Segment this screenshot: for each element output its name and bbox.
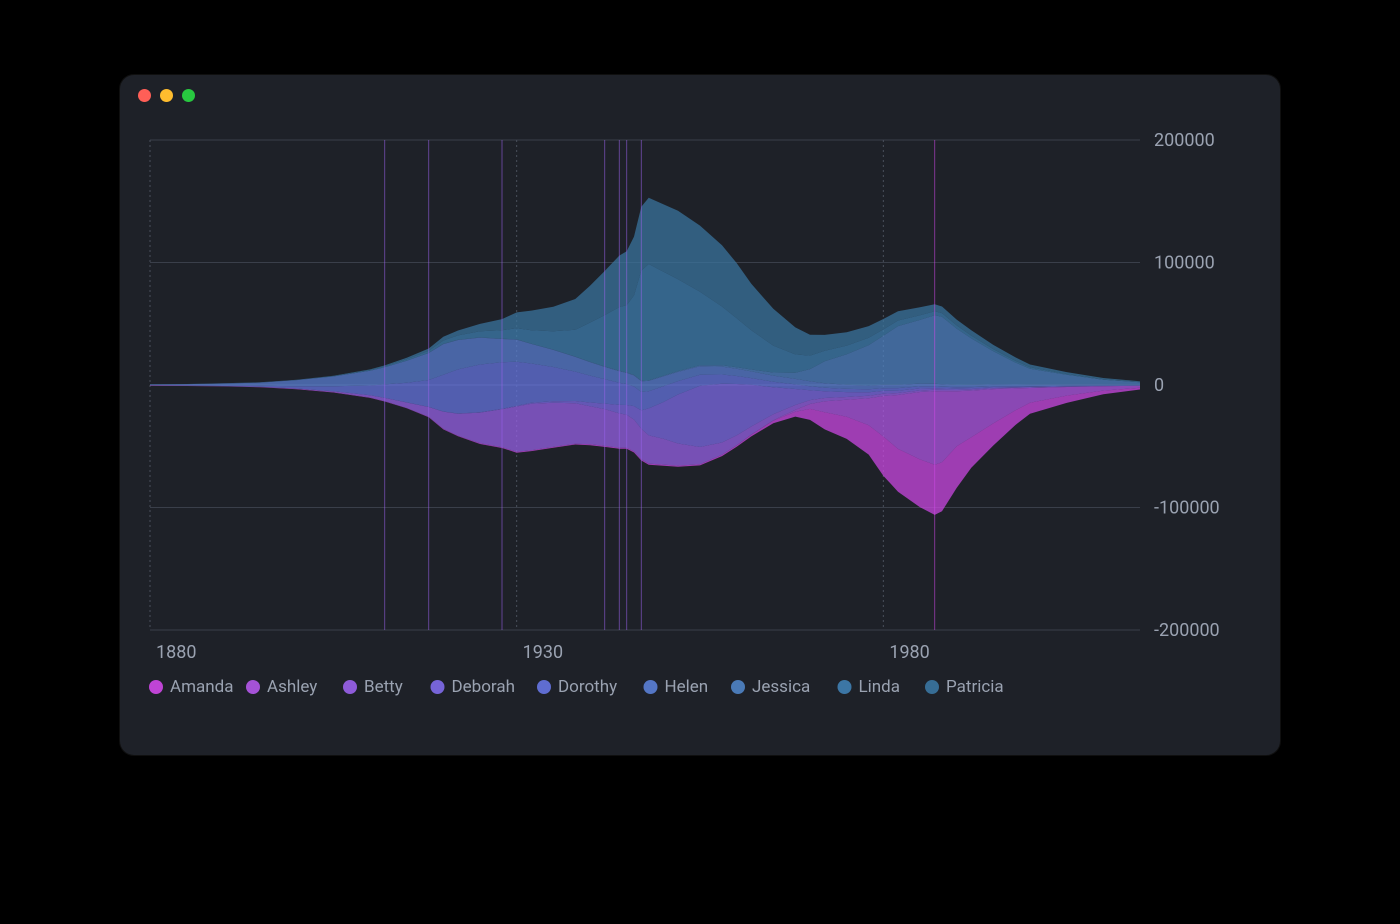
legend-label[interactable]: Ashley: [267, 677, 317, 697]
app-window: -200000 -100000 0 100000 200000 1880 1930 1980 A…: [120, 75, 1280, 755]
y-tick-label: -200000: [1154, 620, 1220, 641]
legend-swatch[interactable]: [838, 680, 852, 694]
close-icon[interactable]: [138, 89, 151, 102]
legend-swatch[interactable]: [343, 680, 357, 694]
legend-label[interactable]: Linda: [859, 677, 901, 697]
legend-swatch[interactable]: [246, 680, 260, 694]
y-tick-label: -100000: [1154, 498, 1220, 519]
streamgraph-chart: -200000 -100000 0 100000 200000 1880 1930 1980 A…: [140, 130, 1260, 735]
legend-label[interactable]: Helen: [665, 677, 709, 697]
y-tick-label: 100000: [1154, 253, 1215, 274]
legend-swatch[interactable]: [537, 680, 551, 694]
x-tick-label: 1980: [889, 642, 929, 663]
x-tick-label: 1930: [523, 642, 563, 663]
zoom-icon[interactable]: [182, 89, 195, 102]
x-tick-label: 1880: [156, 642, 196, 663]
y-tick-label: 0: [1154, 375, 1164, 396]
legend-label[interactable]: Amanda: [170, 677, 233, 697]
legend-label[interactable]: Jessica: [752, 677, 810, 697]
legend-swatch[interactable]: [431, 680, 445, 694]
legend-swatch[interactable]: [731, 680, 745, 694]
minimize-icon[interactable]: [160, 89, 173, 102]
legend-swatch[interactable]: [644, 680, 658, 694]
chart-area: -200000 -100000 0 100000 200000 1880 1930 1980 A…: [140, 130, 1260, 735]
y-tick-label: 200000: [1154, 130, 1215, 151]
titlebar: [120, 75, 1280, 115]
legend-label[interactable]: Betty: [364, 677, 403, 697]
legend-label[interactable]: Patricia: [946, 677, 1004, 697]
legend-swatch[interactable]: [925, 680, 939, 694]
legend-label[interactable]: Deborah: [452, 677, 515, 697]
legend-label[interactable]: Dorothy: [558, 677, 617, 697]
legend-swatch[interactable]: [149, 680, 163, 694]
